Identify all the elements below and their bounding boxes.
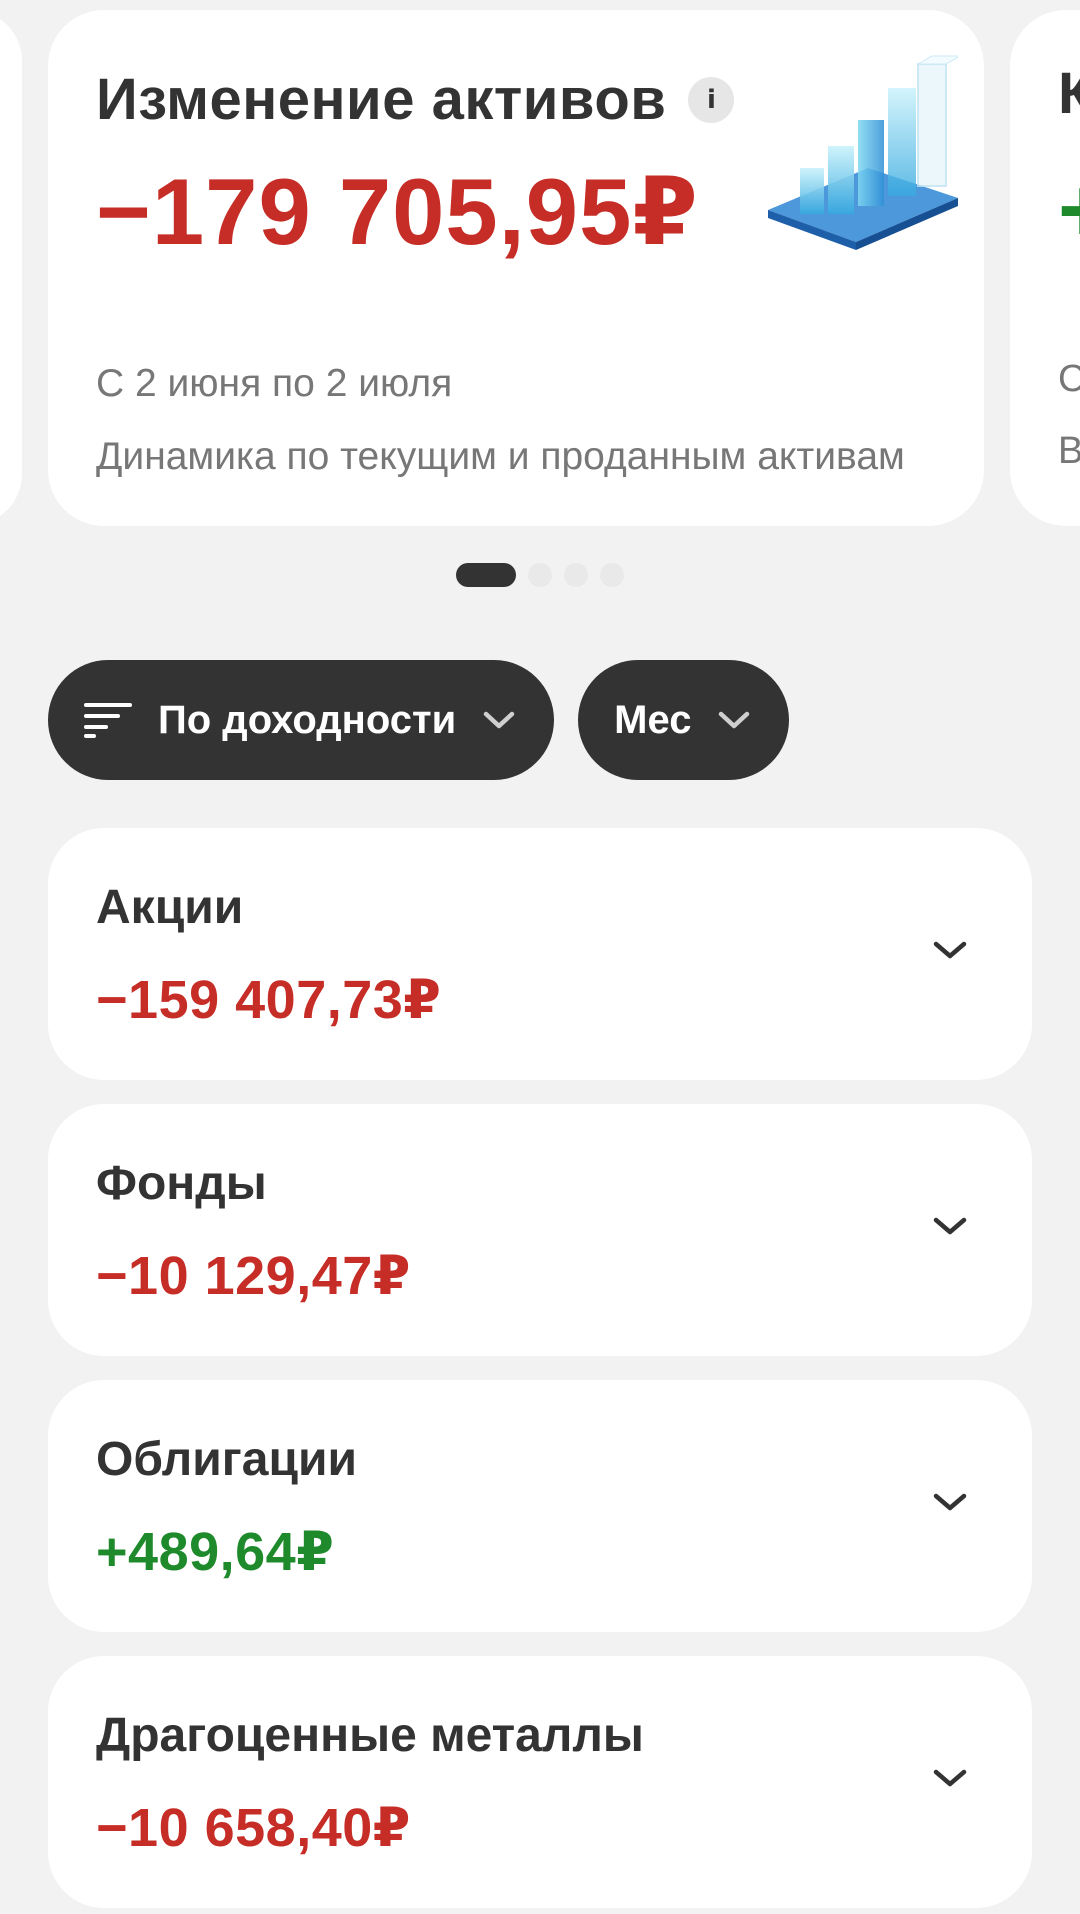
carousel-pagination	[456, 563, 636, 587]
portfolio-screen: Изменение активов i −179 705,95₽ С 2 июн…	[0, 0, 1080, 1914]
asset-name: Фонды	[96, 1157, 267, 1210]
bar-chart-3d-icon	[768, 55, 958, 250]
asset-value: −159 407,73₽	[96, 970, 442, 1030]
sort-dropdown[interactable]: По доходности	[48, 660, 555, 780]
chevron-down-icon	[719, 711, 750, 729]
page-dot[interactable]	[528, 563, 552, 587]
asset-change-card[interactable]: Изменение активов i −179 705,95₽ С 2 июн…	[48, 10, 984, 526]
asset-name: Драгоценные металлы	[96, 1709, 644, 1762]
info-icon[interactable]: i	[688, 76, 735, 123]
page-dot[interactable]	[600, 563, 624, 587]
asset-value: +489,64₽	[96, 1522, 335, 1582]
chevron-down-icon[interactable]	[932, 938, 968, 962]
sort-label: По доходности	[158, 697, 457, 742]
next-card-title: К	[1058, 61, 1080, 126]
page-dot[interactable]	[564, 563, 588, 587]
asset-change-value: −179 705,95₽	[96, 159, 699, 264]
sort-lines-icon	[84, 703, 132, 738]
period-dropdown[interactable]: Мес	[578, 660, 790, 780]
asset-name: Облигации	[96, 1433, 357, 1486]
asset-row-bonds[interactable]: Облигации +489,64₽	[48, 1380, 1032, 1632]
asset-value: −10 658,40₽	[96, 1798, 411, 1858]
next-card-period: С	[1058, 358, 1080, 400]
page-dot-active[interactable]	[456, 563, 516, 587]
asset-row-precious-metals[interactable]: Драгоценные металлы −10 658,40₽	[48, 1656, 1032, 1908]
card-period: С 2 июня по 2 июля	[96, 362, 453, 405]
previous-card-peek[interactable]	[0, 10, 22, 525]
chevron-down-icon	[483, 711, 515, 729]
asset-value: −10 129,47₽	[96, 1246, 411, 1306]
card-title: Изменение активов	[96, 67, 667, 132]
next-card-value: +	[1058, 160, 1080, 263]
chevron-down-icon[interactable]	[932, 1766, 968, 1790]
asset-name: Акции	[96, 881, 244, 934]
period-label: Мес	[614, 697, 692, 742]
asset-row-funds[interactable]: Фонды −10 129,47₽	[48, 1104, 1032, 1356]
chevron-down-icon[interactable]	[932, 1214, 968, 1238]
filter-bar: По доходности Мес	[48, 660, 813, 780]
summary-carousel[interactable]: Изменение активов i −179 705,95₽ С 2 июн…	[0, 0, 1080, 540]
chevron-down-icon[interactable]	[932, 1490, 968, 1514]
asset-row-stocks[interactable]: Акции −159 407,73₽	[48, 828, 1032, 1080]
card-title-row: Изменение активов i	[96, 66, 735, 133]
next-card-peek[interactable]: К + С В	[1010, 10, 1080, 526]
card-description: Динамика по текущим и проданным активам	[96, 435, 905, 478]
next-card-description: В	[1058, 430, 1080, 472]
